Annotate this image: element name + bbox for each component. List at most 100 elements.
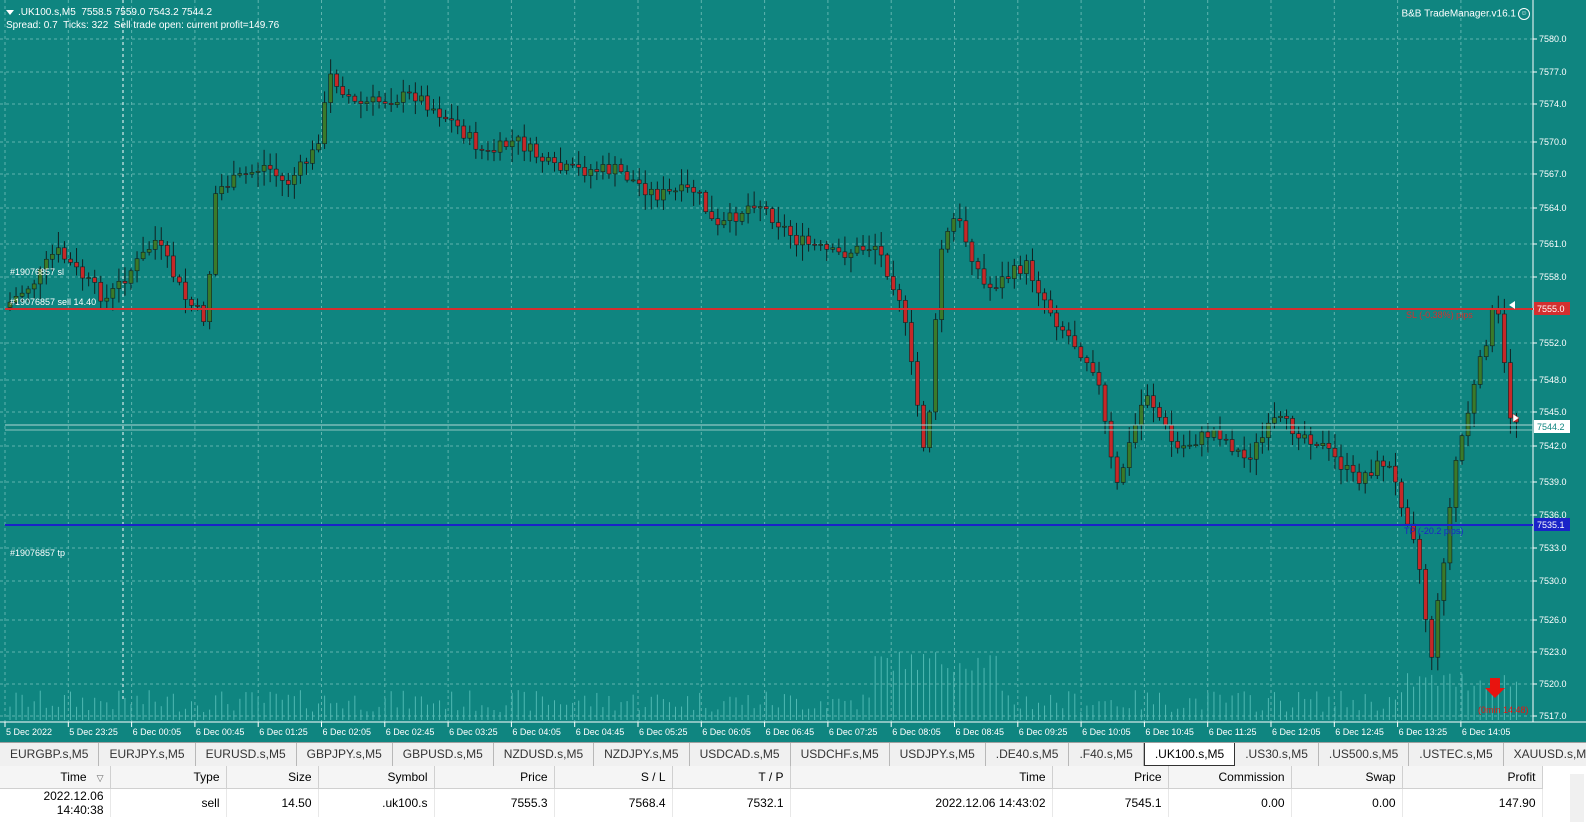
candle-body (1048, 299, 1053, 314)
candle-body (1114, 456, 1120, 483)
candle-body (794, 235, 799, 246)
tab-nzdjpy-s-m5[interactable]: NZDJPY.s,M5 (594, 743, 690, 766)
column-header-size[interactable]: Size (226, 766, 319, 789)
tab-uk100-s-m5[interactable]: .UK100.s,M5 (1143, 743, 1236, 766)
column-header-price[interactable]: Price (434, 766, 555, 789)
order-tag-sl: #19076857 sl (10, 267, 65, 277)
candle-body (1350, 465, 1356, 473)
candle-body (382, 101, 388, 104)
candle-body (237, 173, 243, 176)
sl-label: SL (-0.38%) pips (1406, 310, 1473, 320)
candle-body (1338, 456, 1344, 470)
candle-body (1326, 443, 1332, 449)
x-axis-label: 6 Dec 04:05 (512, 727, 561, 737)
header-label: Type (193, 769, 220, 784)
collapse-triangle-icon[interactable] (6, 9, 14, 15)
candle-body (884, 254, 890, 277)
candle-body (110, 288, 116, 299)
candle-body (1193, 444, 1199, 447)
candle-body (1393, 465, 1398, 483)
tab-f40-s-m5[interactable]: .F40.s,M5 (1069, 743, 1144, 766)
candle-body (1320, 443, 1326, 446)
y-axis-label: 7564.0 (1539, 203, 1567, 213)
tab-eurgbp-s-m5[interactable]: EURGBP.s,M5 (0, 743, 100, 766)
candle-body (618, 164, 624, 173)
table-row[interactable]: 2022.12.06 14:40:38 sell 14.50 .uk100.s 7555… (0, 788, 1543, 817)
candle-body (546, 157, 551, 162)
candle-body (285, 180, 291, 185)
candle-body (655, 188, 660, 201)
candle-body (552, 157, 557, 163)
column-header-price[interactable]: Price (1052, 766, 1169, 789)
candle-body (328, 73, 333, 103)
trades-grid: Time ▽ Type Size Symbol Price S / L T / P Time Pr… (0, 766, 1543, 817)
candle-body (358, 100, 364, 104)
candle-body (1223, 438, 1229, 441)
candle-body (1368, 472, 1374, 476)
table-cell: sell (110, 788, 227, 817)
candle-body (104, 297, 110, 302)
column-header-t-p[interactable]: T / P (672, 766, 791, 789)
tab-nzdusd-s-m5[interactable]: NZDUSD.s,M5 (494, 743, 595, 766)
column-header-s-l[interactable]: S / L (554, 766, 673, 789)
x-axis-label: 6 Dec 10:05 (1082, 727, 1131, 737)
column-header-time[interactable]: Time (790, 766, 1053, 789)
x-axis-label: 6 Dec 01:25 (259, 727, 308, 737)
tab-ustec-s-m5[interactable]: .USTEC.s,M5 (1409, 743, 1504, 766)
candle-body (406, 91, 412, 94)
tab-de40-s-m5[interactable]: .DE40.s,M5 (986, 743, 1070, 766)
candle-body (642, 183, 648, 196)
candle-body (1139, 404, 1144, 426)
table-scrollbar[interactable] (1570, 774, 1584, 822)
column-header-swap[interactable]: Swap (1291, 766, 1403, 789)
candle-body (140, 251, 146, 260)
y-axis-label: 7545.0 (1539, 407, 1567, 417)
tab-gbpusd-s-m5[interactable]: GBPUSD.s,M5 (393, 743, 494, 766)
candle-body (273, 168, 279, 177)
tab-usdchf-s-m5[interactable]: USDCHF.s,M5 (791, 743, 890, 766)
candle-body (62, 247, 67, 260)
x-axis-label: 6 Dec 04:45 (576, 727, 625, 737)
candle-body (116, 281, 122, 289)
column-header-time[interactable]: Time ▽ (0, 766, 111, 789)
candle-body (255, 170, 261, 173)
tab-us500-s-m5[interactable]: .US500.s,M5 (1319, 743, 1410, 766)
tab-eurjpy-s-m5[interactable]: EURJPY.s,M5 (99, 743, 196, 766)
column-header-commission[interactable]: Commission (1168, 766, 1292, 789)
tab-us30-s-m5[interactable]: .US30.s,M5 (1235, 743, 1319, 766)
tab-xauusd-s-m5[interactable]: XAUUSD.s,M5 (1504, 743, 1586, 766)
candle-body (1241, 449, 1247, 459)
candle-body (1060, 326, 1065, 331)
candle-body (1308, 434, 1314, 445)
tab-eurusd-s-m5[interactable]: EURUSD.s,M5 (196, 743, 297, 766)
candle-body (933, 319, 938, 413)
candle-body (1344, 465, 1350, 470)
sort-arrow-icon[interactable]: ▽ (97, 773, 104, 783)
candle-body (431, 108, 436, 111)
column-header-symbol[interactable]: Symbol (318, 766, 435, 789)
column-header-type[interactable]: Type (110, 766, 227, 789)
tab-usdcad-s-m5[interactable]: USDCAD.s,M5 (690, 743, 791, 766)
x-axis-label: 6 Dec 14:05 (1462, 727, 1511, 737)
tab-gbpjpy-s-m5[interactable]: GBPJPY.s,M5 (297, 743, 393, 766)
x-axis-label: 6 Dec 11:25 (1209, 727, 1257, 737)
candle-body (1181, 445, 1186, 449)
candle-body (491, 150, 497, 153)
candle-body (31, 283, 37, 290)
chart-canvas[interactable]: 7580.0 7577.0 7574.0 7570.0 7567.0 7564.0 7561… (0, 0, 1586, 742)
candle-body (975, 261, 981, 270)
candle-body (667, 189, 672, 192)
header-label: Time (60, 769, 87, 784)
candle-body (1314, 443, 1320, 446)
tab-usdjpy-s-m5[interactable]: USDJPY.s,M5 (890, 743, 986, 766)
y-axis-label: 7526.0 (1539, 615, 1567, 625)
price-chart[interactable]: 7580.0 7577.0 7574.0 7570.0 7567.0 7564.0 7561… (0, 0, 1586, 742)
candle-body (56, 247, 61, 255)
candle-body (1163, 417, 1168, 426)
candle-body (1405, 507, 1410, 525)
column-header-profit[interactable]: Profit (1402, 766, 1543, 789)
candle-body (1096, 372, 1102, 386)
y-axis-label: 7548.0 (1539, 375, 1567, 385)
candle-body (534, 143, 539, 158)
candle-body (1126, 442, 1132, 468)
